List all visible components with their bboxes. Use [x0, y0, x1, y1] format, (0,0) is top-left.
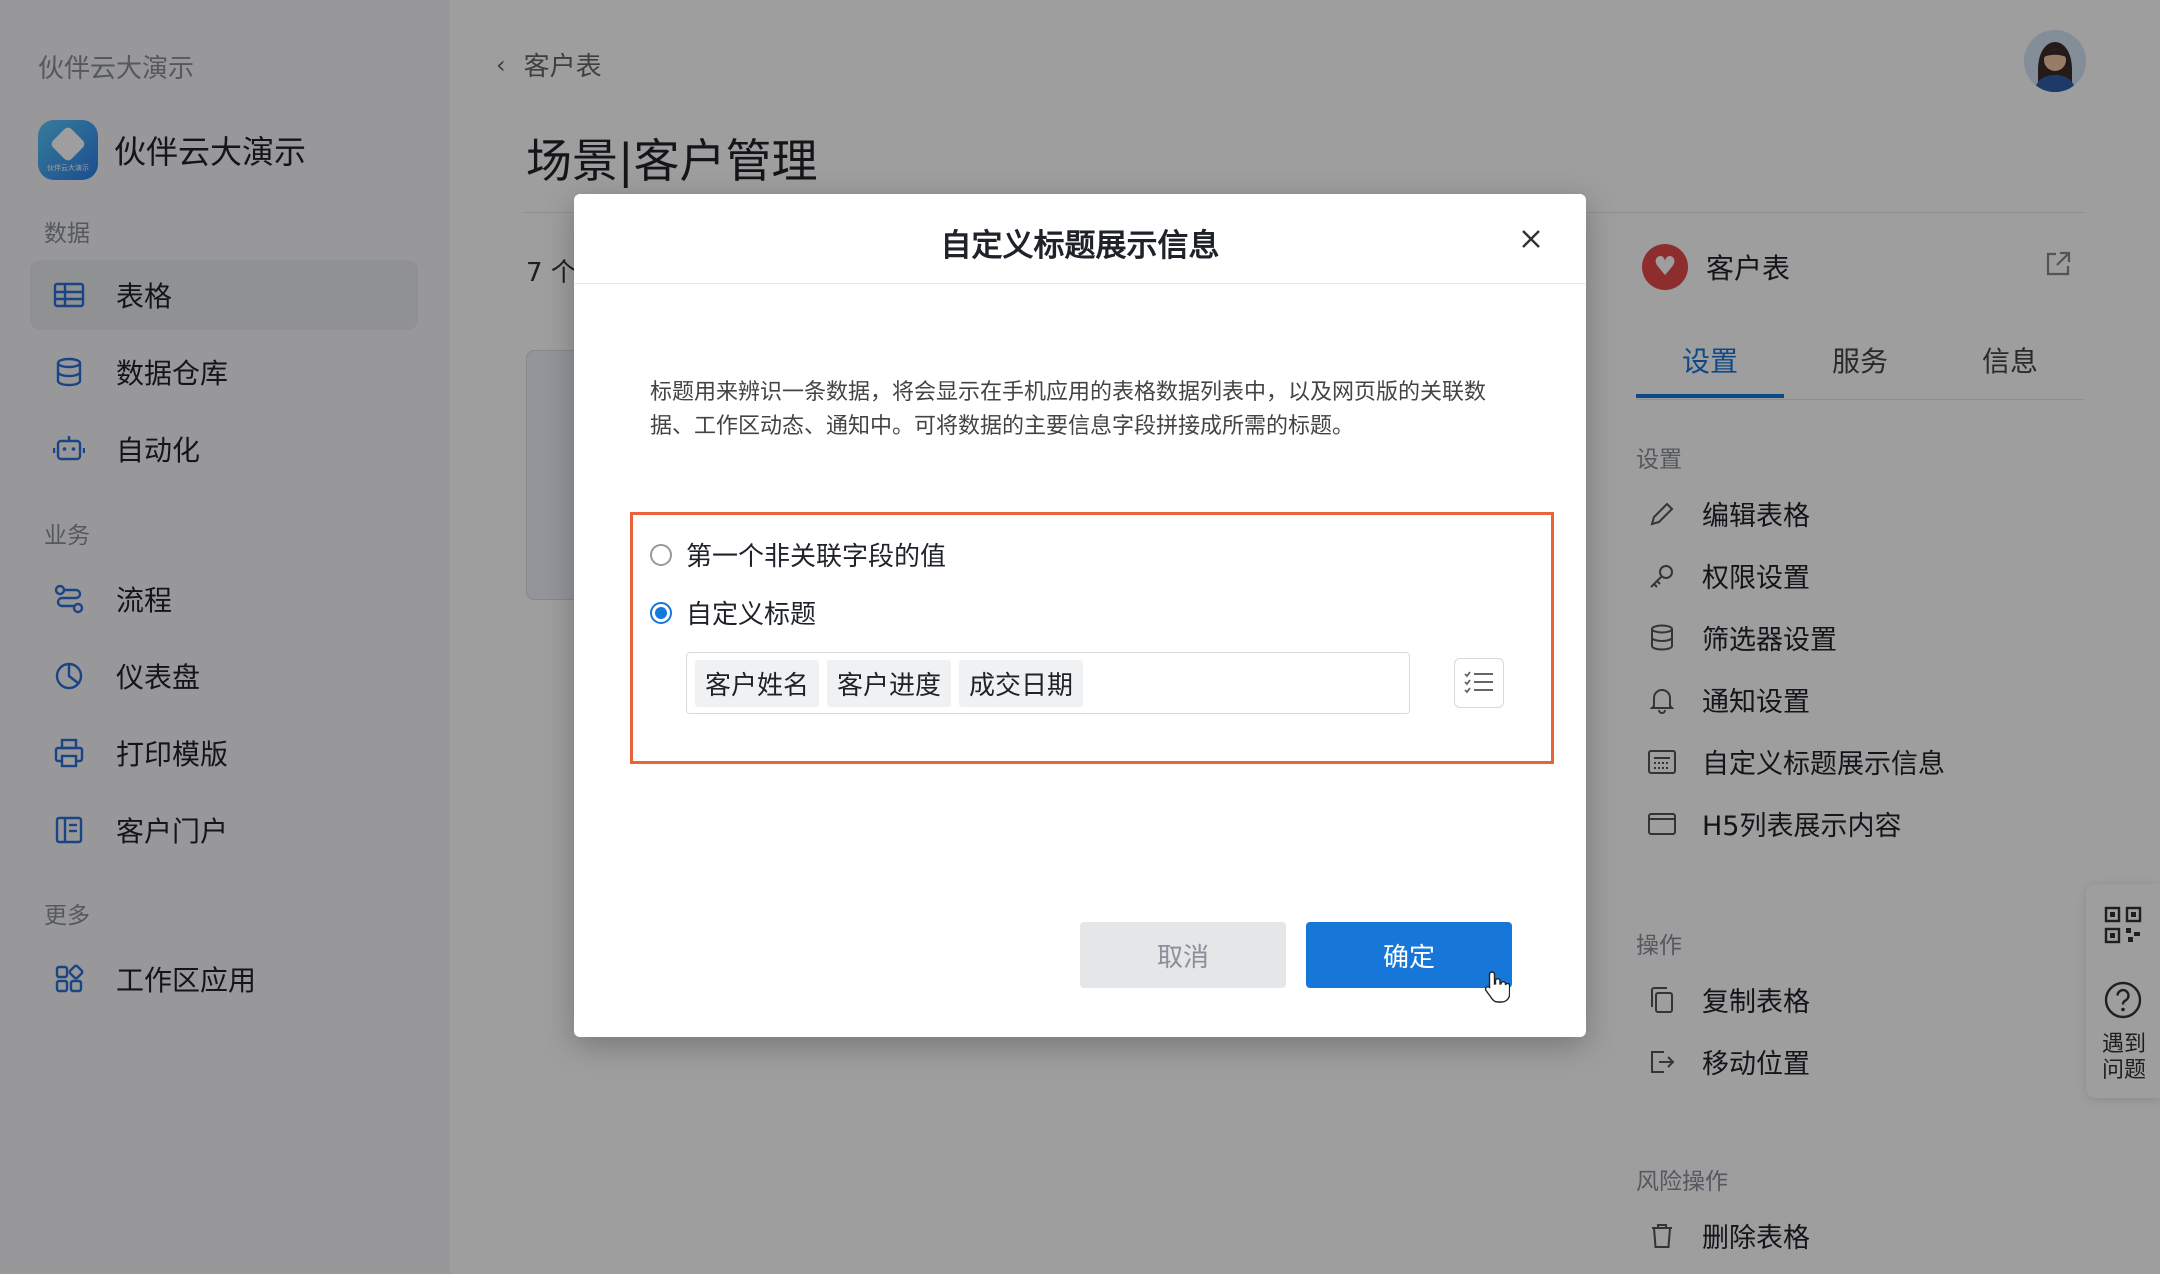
custom-title-input[interactable]: 客户姓名 客户进度 成交日期	[686, 652, 1410, 714]
field-tag[interactable]: 客户进度	[827, 659, 952, 707]
close-icon	[1522, 230, 1540, 248]
cancel-button[interactable]: 取消	[1080, 922, 1286, 988]
custom-title-dialog: 自定义标题展示信息 标题用来辨识一条数据，将会显示在手机应用的表格数据列表中，以…	[574, 194, 1586, 1037]
radio-checked[interactable]	[650, 601, 672, 624]
confirm-button[interactable]: 确定	[1306, 922, 1512, 988]
dialog-description: 标题用来辨识一条数据，将会显示在手机应用的表格数据列表中，以及网页版的关联数据、…	[650, 380, 1487, 439]
field-tag[interactable]: 客户姓名	[695, 659, 820, 707]
option-custom-title[interactable]: 自定义标题	[650, 594, 816, 631]
close-button[interactable]	[1516, 224, 1546, 254]
checklist-icon	[1464, 671, 1493, 694]
option-first-non-relation-field[interactable]: 第一个非关联字段的值	[650, 536, 946, 573]
option-label: 第一个非关联字段的值	[686, 542, 947, 572]
hand-cursor-icon	[1484, 970, 1511, 1008]
option-label: 自定义标题	[686, 600, 817, 630]
field-tag[interactable]: 成交日期	[959, 659, 1084, 707]
radio-unchecked[interactable]	[650, 543, 672, 566]
dialog-header: 自定义标题展示信息	[574, 194, 1586, 284]
field-picker-button[interactable]	[1454, 658, 1504, 708]
dialog-title: 自定义标题展示信息	[940, 228, 1220, 264]
